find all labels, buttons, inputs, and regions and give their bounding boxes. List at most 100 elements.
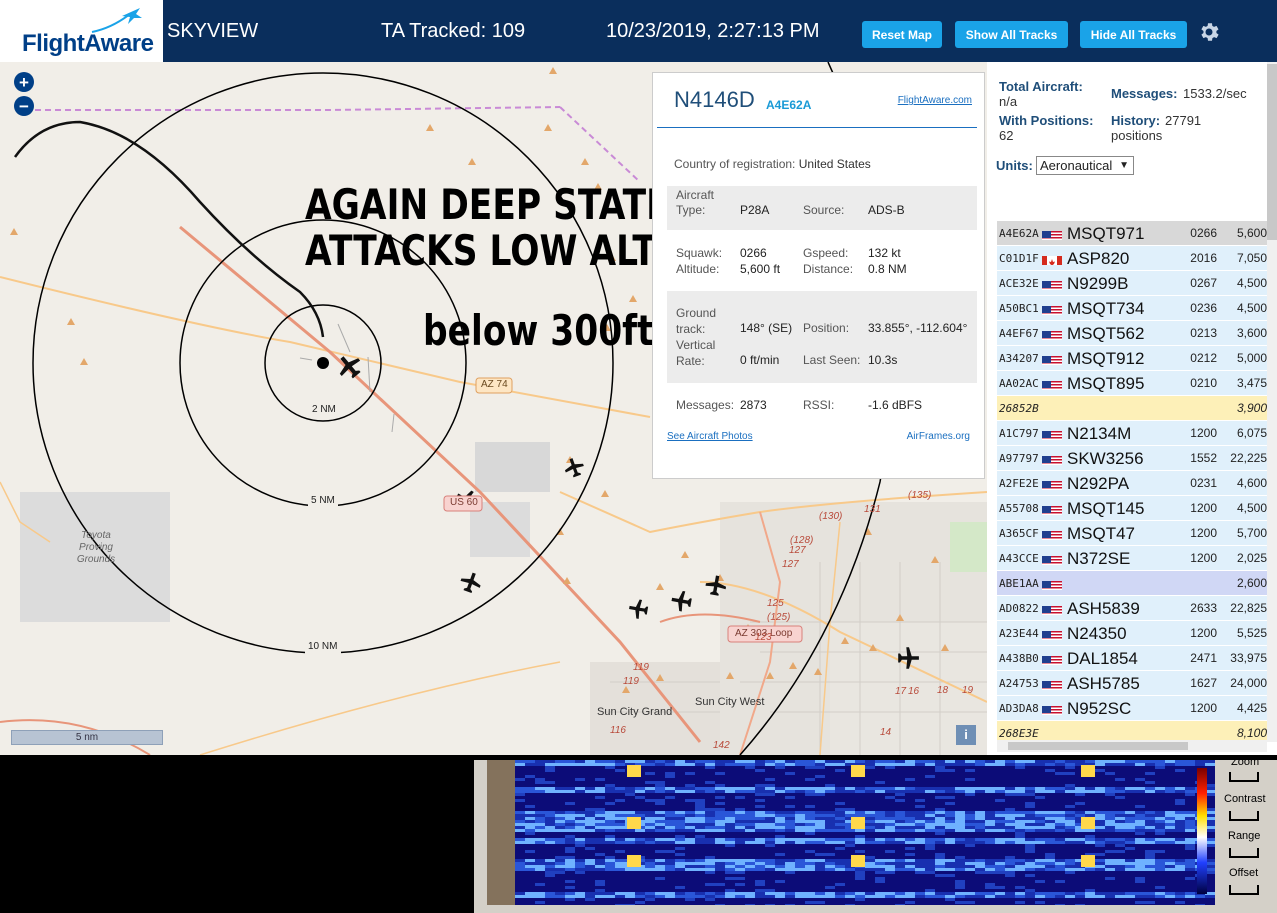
row-icao: ABE1AA [999, 577, 1039, 590]
row-icao: A97797 [999, 452, 1039, 465]
aircraft-table-row[interactable]: A43CCE N372SE 1200 2,025 [997, 546, 1267, 571]
waterfall-spectrogram[interactable] [515, 760, 1215, 905]
popup-divider [657, 127, 977, 128]
aircraft-table-row[interactable]: A97797 SKW3256 1552 22,225 [997, 446, 1267, 471]
zoom-out-button[interactable]: − [14, 96, 34, 116]
aircraft-table-row[interactable]: AD0822 ASH5839 2633 22,825 [997, 596, 1267, 621]
row-altitude: 6,075 [1236, 426, 1267, 440]
row-ident [1067, 396, 1167, 421]
position-value: 33.855°, -112.604° [868, 321, 968, 335]
aircraft-icon[interactable] [670, 589, 693, 612]
show-all-tracks-button[interactable]: Show All Tracks [955, 21, 1068, 48]
aircraft-table-row[interactable]: AD3DA8 N952SC 1200 4,425 [997, 696, 1267, 721]
road-number: 125 [767, 598, 784, 609]
az74-label: AZ 74 [481, 379, 508, 390]
row-ident: SKW3256 [1067, 449, 1144, 468]
aircraft-table-row[interactable]: A2FE2E N292PA 0231 4,600 [997, 471, 1267, 496]
source-value: ADS-B [868, 203, 905, 217]
history-unit: positions [1111, 128, 1163, 143]
row-ident [1067, 571, 1167, 596]
aircraft-table-row[interactable]: ABE1AA 2,600 [997, 571, 1267, 596]
altitude-value: 5,600 ft [740, 262, 781, 276]
reset-map-button[interactable]: Reset Map [862, 21, 942, 48]
vertical-scrollbar-thumb[interactable] [1267, 64, 1277, 240]
us-flag-icon [1042, 477, 1062, 490]
aircraft-table-row[interactable]: A34207 MSQT912 0212 5,000 [997, 346, 1267, 371]
aircraft-icon[interactable] [458, 570, 484, 595]
aircraft-table-row[interactable]: A23E44 N24350 1200 5,525 [997, 621, 1267, 646]
col-ident[interactable]: Ident [1065, 186, 1167, 221]
gspeed-value: 132 kt [868, 246, 901, 260]
aircraft-table-row[interactable]: A365CF MSQT47 1200 5,700 [997, 521, 1267, 546]
hide-all-tracks-button[interactable]: Hide All Tracks [1080, 21, 1187, 48]
popup-registration: N4146D [674, 87, 755, 112]
horizontal-scrollbar-thumb[interactable] [1008, 742, 1188, 750]
total-aircraft-value: n/a [999, 94, 1018, 109]
row-ident: N952SC [1067, 699, 1132, 718]
logo-text: FlightAware [22, 30, 154, 57]
row-ident: ASH5839 [1067, 599, 1140, 618]
country-row: Country of registration: United States [674, 157, 871, 171]
flightaware-link[interactable]: FlightAware.com [898, 95, 972, 106]
aircraft-table-row[interactable]: 26852B 3,900 [997, 396, 1267, 421]
row-squawk: 2016 [1190, 251, 1217, 265]
aircraft-type-label: Aircraft Type: [676, 188, 715, 217]
messages-block: Messages: 2873 RSSI: -1.6 dBFS [667, 391, 977, 419]
aircraft-table-row[interactable]: A50BC1 MSQT734 0236 4,500 [997, 296, 1267, 321]
us-flag-icon [1042, 552, 1062, 565]
row-altitude: 3,900 [1236, 401, 1267, 415]
col-icao[interactable]: ICAO [997, 186, 1040, 221]
annotation-line-1: AGAIN DEEP STATE [305, 180, 670, 229]
see-aircraft-photos-link[interactable]: See Aircraft Photos [667, 431, 753, 442]
offset-label: Offset [1229, 867, 1259, 879]
units-select[interactable]: Aeronautical ▼ [1036, 156, 1134, 175]
green-patch [950, 522, 987, 572]
aircraft-table-row[interactable]: A438B0 DAL1854 2471 33,975 [997, 646, 1267, 671]
aircraft-icon[interactable] [628, 598, 649, 620]
contrast-slider[interactable] [1229, 811, 1259, 821]
row-squawk: 1200 [1190, 426, 1217, 440]
row-squawk: 0210 [1190, 376, 1217, 390]
aircraft-icon[interactable] [333, 350, 366, 383]
aircraft-type-value: P28A [740, 203, 770, 217]
info-button[interactable]: i [956, 725, 976, 745]
position-label: Position: [803, 321, 850, 335]
col-altitude[interactable]: Altitude (ft) [1217, 186, 1267, 221]
app-name: SKYVIEW [167, 20, 259, 42]
aircraft-table-row[interactable]: A4E62A MSQT971 0266 5,600 [997, 221, 1267, 246]
row-icao: C01D1F [999, 252, 1039, 265]
aircraft-table-row[interactable]: A4EF67 MSQT562 0213 3,600 [997, 321, 1267, 346]
row-squawk: 0213 [1190, 326, 1217, 340]
zoom-slider[interactable] [1229, 772, 1259, 782]
datetime-display: 10/23/2019, 2:27:13 PM [606, 20, 820, 42]
aircraft-table-row[interactable]: A1C797 N2134M 1200 6,075 [997, 421, 1267, 446]
row-altitude: 3,600 [1236, 326, 1267, 340]
aircraft-table-row[interactable]: AA02AC MSQT895 0210 3,475 [997, 371, 1267, 396]
us60-label: US 60 [450, 497, 478, 508]
flightaware-logo[interactable]: FlightAware [0, 0, 163, 62]
row-squawk: 1200 [1190, 626, 1217, 640]
airframes-link[interactable]: AirFrames.org [907, 431, 970, 442]
zoom-label: Zoom [1231, 756, 1260, 768]
aircraft-table-row[interactable]: C01D1F ASP820 2016 7,050 [997, 246, 1267, 271]
history-value: 27791 [1165, 113, 1202, 128]
row-icao: A55708 [999, 502, 1039, 515]
range-slider[interactable] [1229, 848, 1259, 858]
row-altitude: 5,000 [1236, 351, 1267, 365]
row-altitude: 2,600 [1236, 576, 1267, 590]
zoom-in-button[interactable]: + [14, 72, 34, 92]
aircraft-table-row[interactable]: A24753 ASH5785 1627 24,000 [997, 671, 1267, 696]
road-number: 14 [880, 727, 892, 738]
aircraft-table-row[interactable]: A55708 MSQT145 1200 4,500 [997, 496, 1267, 521]
row-ident: MSQT145 [1067, 499, 1145, 518]
row-ident: DAL1854 [1067, 649, 1138, 668]
col-squawk[interactable]: Squawk [1167, 186, 1217, 221]
col-flag[interactable] [1040, 186, 1065, 221]
with-positions-value: 62 [999, 128, 1014, 143]
row-squawk: 2633 [1190, 601, 1217, 615]
row-altitude: 5,600 [1236, 226, 1267, 240]
settings-gear-icon[interactable] [1197, 20, 1221, 44]
aircraft-icon[interactable] [562, 455, 586, 479]
offset-slider[interactable] [1229, 885, 1259, 895]
aircraft-table-row[interactable]: ACE32E N9299B 0267 4,500 [997, 271, 1267, 296]
